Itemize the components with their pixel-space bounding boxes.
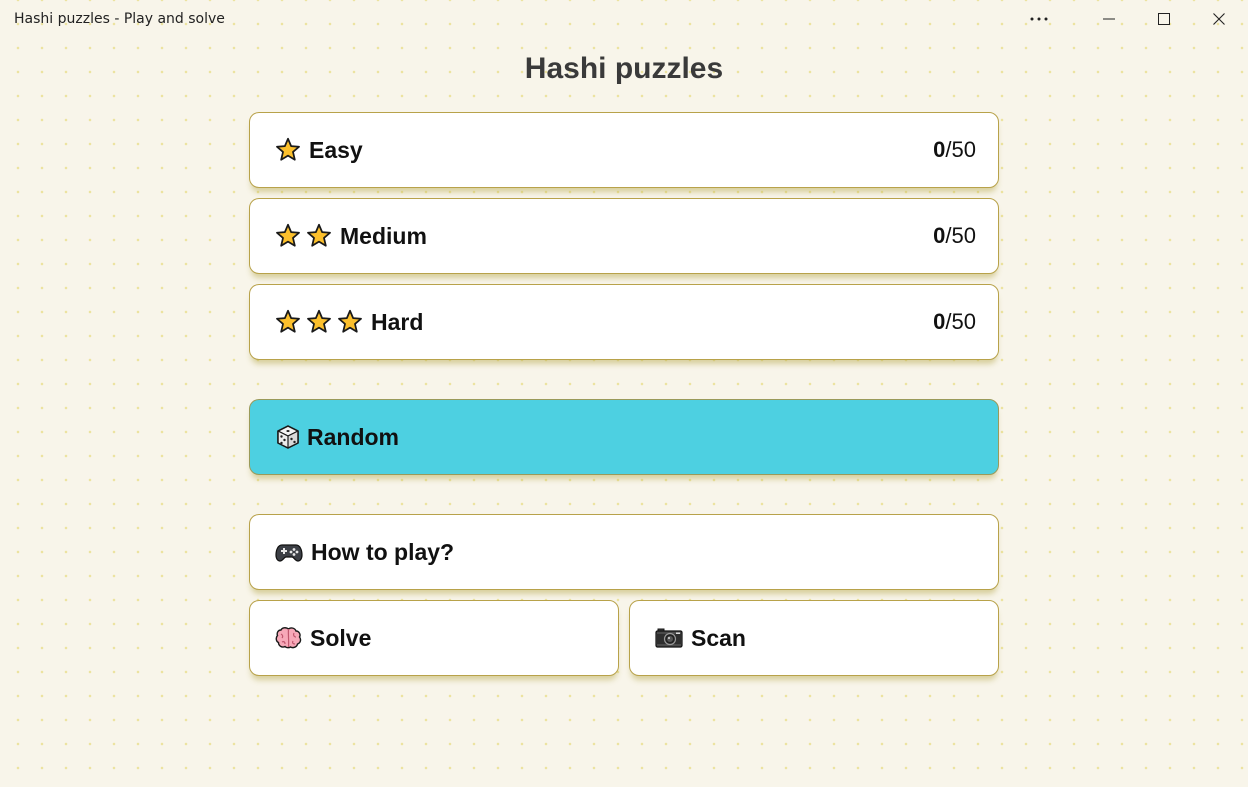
level-easy-button[interactable]: Easy 0/50 xyxy=(249,112,999,188)
star-icon xyxy=(275,223,301,249)
star-icon xyxy=(337,309,363,335)
solve-label: Solve xyxy=(310,624,372,651)
window-title: Hashi puzzles - Play and solve xyxy=(14,11,225,27)
difficulty-stars xyxy=(275,309,363,335)
camera-icon xyxy=(655,627,683,649)
level-label: Medium xyxy=(340,222,427,249)
progress-count: 0/50 xyxy=(933,223,976,248)
how-to-play-label: How to play? xyxy=(311,538,455,565)
random-button[interactable]: Random xyxy=(249,399,999,475)
page-title: Hashi puzzles xyxy=(524,52,724,85)
close-icon xyxy=(1213,13,1225,25)
title-bar[interactable]: Hashi puzzles - Play and solve xyxy=(0,0,1248,40)
more-icon xyxy=(1029,16,1049,22)
difficulty-stars xyxy=(275,223,332,249)
brain-icon xyxy=(275,626,302,650)
solve-button[interactable]: Solve xyxy=(249,600,619,676)
minimize-button[interactable] xyxy=(1082,0,1136,38)
difficulty-stars xyxy=(275,137,301,163)
maximize-button[interactable] xyxy=(1137,0,1191,38)
star-icon xyxy=(275,137,301,163)
level-label: Easy xyxy=(309,136,363,163)
close-button[interactable] xyxy=(1192,0,1246,38)
how-to-play-button[interactable]: How to play? xyxy=(249,514,999,590)
progress-count: 0/50 xyxy=(933,137,976,162)
star-icon xyxy=(306,223,332,249)
more-options-button[interactable] xyxy=(1012,0,1066,38)
gamepad-icon xyxy=(275,541,303,563)
scan-button[interactable]: Scan xyxy=(629,600,999,676)
star-icon xyxy=(306,309,332,335)
level-medium-button[interactable]: Medium 0/50 xyxy=(249,198,999,274)
maximize-icon xyxy=(1158,13,1170,25)
level-hard-button[interactable]: Hard 0/50 xyxy=(249,284,999,360)
progress-count: 0/50 xyxy=(933,309,976,334)
dice-icon xyxy=(275,424,301,450)
scan-label: Scan xyxy=(691,624,746,651)
level-label: Hard xyxy=(371,308,424,335)
star-icon xyxy=(275,309,301,335)
random-label: Random xyxy=(307,423,399,450)
minimize-icon xyxy=(1103,18,1115,20)
